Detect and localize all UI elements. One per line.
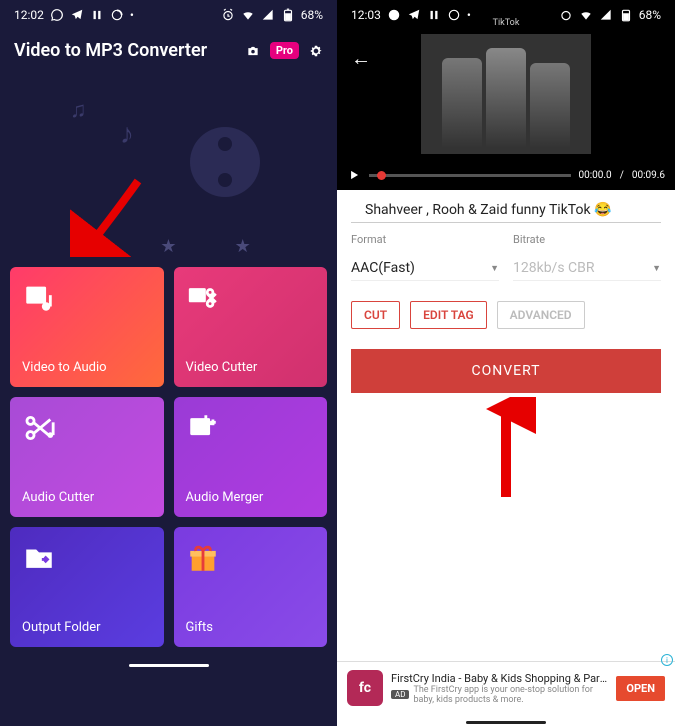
tile-output-folder[interactable]: Output Folder <box>10 527 164 647</box>
app-header: Video to MP3 Converter Pro <box>0 30 337 67</box>
chevron-down-icon: ▼ <box>490 263 499 274</box>
nav-bar <box>337 714 675 726</box>
signal-icon <box>261 8 275 22</box>
ad-info-icon[interactable]: i <box>661 654 673 666</box>
chevron-down-icon: ▼ <box>652 263 661 274</box>
film-reel-icon <box>190 127 260 197</box>
gift-icon <box>186 541 220 575</box>
options-row: Format AAC(Fast) ▼ Bitrate 128kb/s CBR ▼ <box>337 233 675 281</box>
person-silhouette <box>486 48 526 148</box>
pause-icon <box>90 8 104 22</box>
audio-merger-icon <box>186 411 220 445</box>
annotation-arrow <box>351 393 661 513</box>
gear-icon[interactable] <box>309 44 323 58</box>
tile-video-to-audio[interactable]: Video to Audio <box>10 267 164 387</box>
seek-bar[interactable] <box>369 174 571 177</box>
play-icon[interactable] <box>347 168 361 182</box>
decorative-area: ♫ ♪ ★ ★ ★ <box>0 67 337 257</box>
progress-icon <box>110 8 124 22</box>
ad-title: FirstCry India - Baby & Kids Shopping & … <box>391 672 608 685</box>
app-title: Video to MP3 Converter <box>14 40 207 61</box>
tile-label: Output Folder <box>22 620 152 635</box>
video-audio-icon <box>22 281 56 315</box>
camera-icon[interactable] <box>246 44 260 58</box>
whatsapp-icon <box>50 8 64 22</box>
nav-bar <box>0 657 337 669</box>
video-cutter-icon <box>186 281 220 315</box>
play-controls: 00:00.0 / 00:09.6 <box>347 168 665 182</box>
person-silhouette <box>530 63 570 148</box>
screen-home: 12:02 • <box>0 0 337 726</box>
tile-audio-cutter[interactable]: Audio Cutter <box>10 397 164 517</box>
battery-text: 68% <box>301 8 323 22</box>
time-total: 00:09.6 <box>632 170 665 181</box>
person-silhouette <box>442 58 482 148</box>
alarm-icon <box>221 8 235 22</box>
format-select[interactable]: AAC(Fast) ▼ <box>351 256 499 281</box>
ad-badge: AD <box>391 690 409 699</box>
star-icon: ★ <box>160 236 176 257</box>
mini-app-title: TikTok <box>337 18 675 28</box>
ad-app-icon: fc <box>347 670 383 706</box>
ad-open-button[interactable]: OPEN <box>616 676 665 701</box>
ad-banner[interactable]: i fc FirstCry India - Baby & Kids Shoppi… <box>337 661 675 714</box>
wifi-icon <box>241 8 255 22</box>
music-note-icon: ♫ <box>70 97 87 123</box>
pro-badge[interactable]: Pro <box>270 42 299 59</box>
format-label: Format <box>351 233 499 246</box>
tile-audio-merger[interactable]: Audio Merger <box>174 397 328 517</box>
tile-label: Video to Audio <box>22 360 152 375</box>
format-value: AAC(Fast) <box>351 260 415 276</box>
tiles-grid: Video to Audio Video Cutter Audio Cutter… <box>0 257 337 657</box>
action-button-row: CUT EDIT TAG ADVANCED <box>337 281 675 343</box>
time-sep: / <box>620 170 624 181</box>
video-thumbnail[interactable] <box>421 34 591 154</box>
time-current: 00:00.0 <box>579 170 612 181</box>
bitrate-select[interactable]: 128kb/s CBR ▼ <box>513 256 661 281</box>
back-button[interactable]: ← <box>351 46 371 71</box>
tile-label: Video Cutter <box>186 360 316 375</box>
ad-subtitle: The FirstCry app is your one-stop soluti… <box>413 685 608 705</box>
dot-icon: • <box>130 8 134 22</box>
bitrate-label: Bitrate <box>513 233 661 246</box>
convert-button[interactable]: CONVERT <box>351 349 661 393</box>
folder-icon <box>22 541 56 575</box>
status-bar: 12:02 • <box>0 0 337 30</box>
edit-tag-button[interactable]: EDIT TAG <box>410 301 487 329</box>
music-note-icon: ♪ <box>120 117 134 150</box>
tile-gifts[interactable]: Gifts <box>174 527 328 647</box>
battery-icon <box>281 8 295 22</box>
clock: 12:02 <box>14 8 44 22</box>
tile-label: Audio Merger <box>186 490 316 505</box>
star-icon: ★ <box>86 236 102 257</box>
telegram-icon <box>70 8 84 22</box>
tile-video-cutter[interactable]: Video Cutter <box>174 267 328 387</box>
bitrate-value: 128kb/s CBR <box>513 260 595 276</box>
audio-cutter-icon <box>22 411 56 445</box>
video-player: 12:03 • 68% TikTok ← 0 <box>337 0 675 190</box>
star-icon: ★ <box>235 236 251 257</box>
tile-label: Audio Cutter <box>22 490 152 505</box>
advanced-button: ADVANCED <box>497 301 585 329</box>
screen-convert: 12:03 • 68% TikTok ← 0 <box>337 0 675 726</box>
tile-label: Gifts <box>186 620 316 635</box>
video-title-input[interactable]: Shahveer , Rooh & Zaid funny TikTok 😂 <box>351 190 661 223</box>
cut-button[interactable]: CUT <box>351 301 400 329</box>
